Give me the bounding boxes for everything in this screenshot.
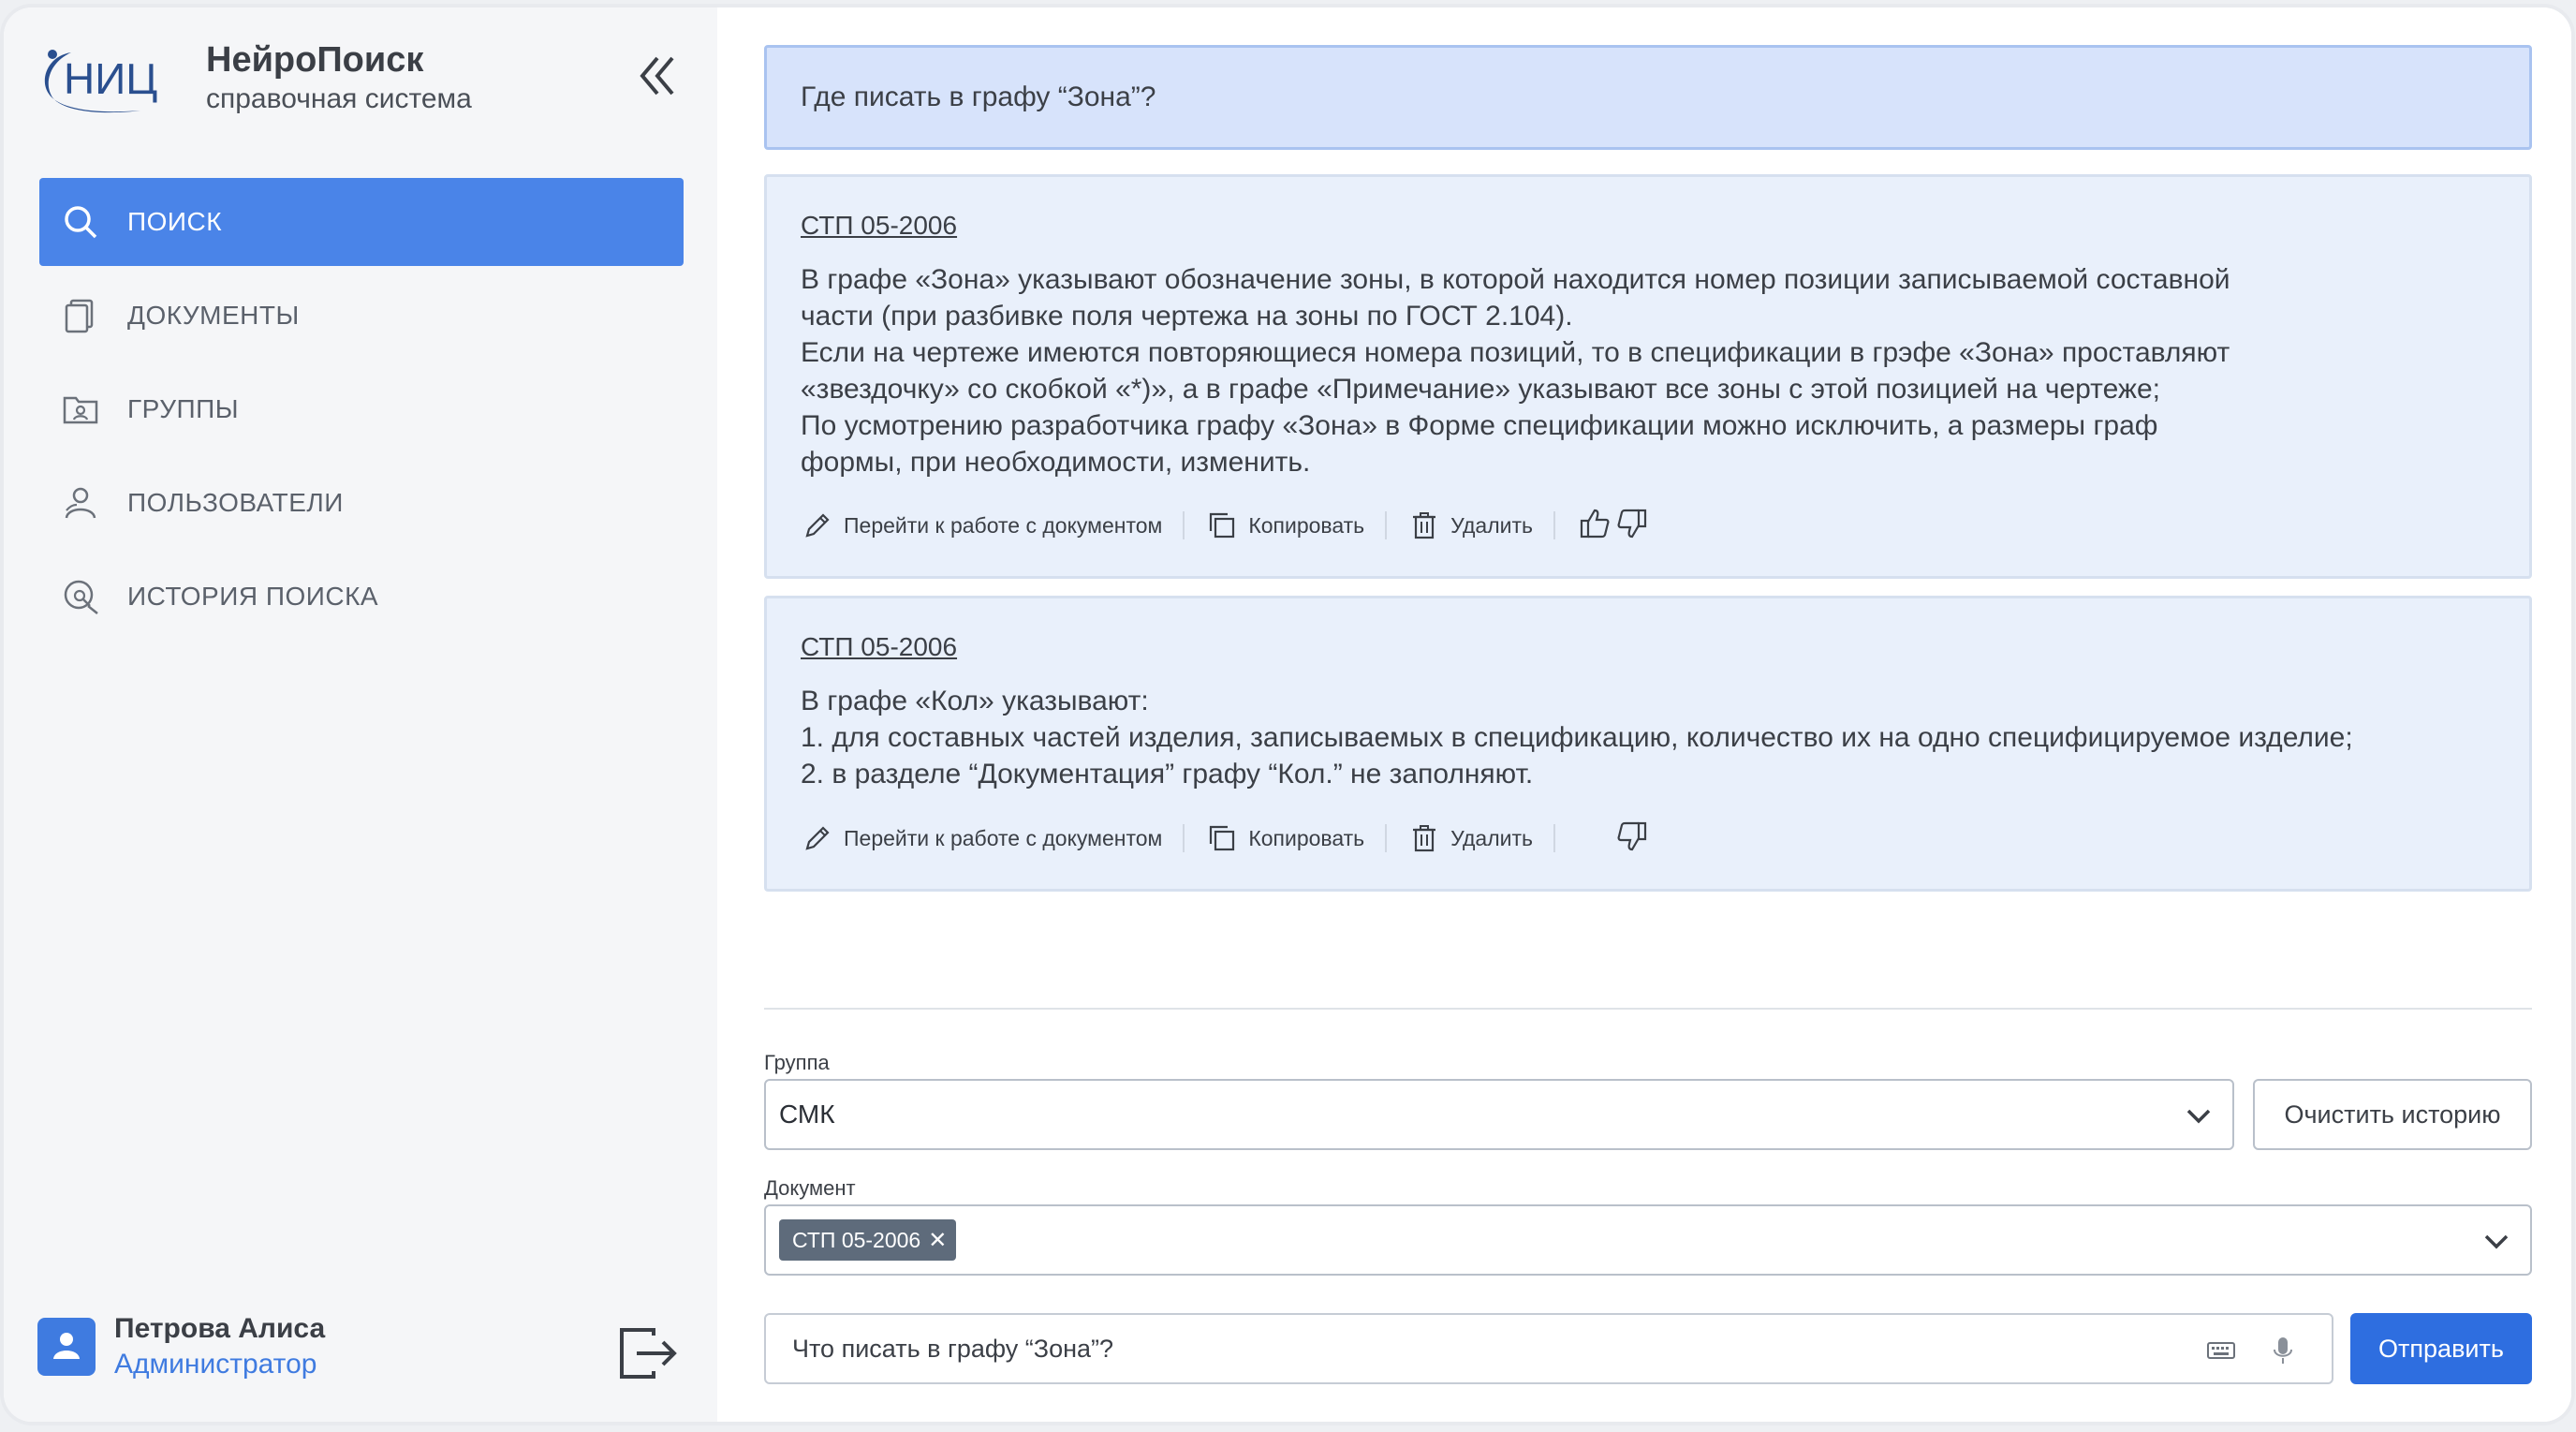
copy-label: Копировать — [1248, 512, 1365, 538]
user-name: Петрова Алиса — [114, 1313, 326, 1344]
like-button[interactable] — [1576, 507, 1613, 544]
avatar — [37, 1318, 96, 1376]
send-label: Отправить — [2378, 1334, 2504, 1363]
answer-text-line: формы, при необходимости, изменить. — [801, 447, 1311, 478]
query-text: Где писать в графу “Зона”? — [801, 81, 1156, 112]
send-button[interactable]: Отправить — [2350, 1313, 2532, 1384]
chevron-down-icon — [2180, 1098, 2217, 1135]
divider — [1183, 511, 1185, 539]
answer-card: СТП 05-2006 В графе «Зона» указывают обо… — [764, 174, 2532, 579]
sidebar-item-label: ГРУППЫ — [127, 394, 240, 423]
document-label: Документ — [764, 1176, 856, 1200]
microphone-icon[interactable] — [2264, 1332, 2302, 1369]
search-history-icon — [60, 576, 101, 617]
divider — [1553, 824, 1555, 852]
copy-button[interactable]: Копировать — [1205, 509, 1364, 542]
dislike-button[interactable] — [1613, 507, 1651, 544]
answer-text-line: части (при разбивке поля чертежа на зоны… — [801, 301, 1573, 332]
app-window: НИЦ НейроПоиск справочная система ПОИСК … — [4, 7, 2571, 1422]
copy-icon — [1205, 821, 1239, 855]
open-document-label: Перейти к работе с документом — [844, 825, 1163, 850]
answer-actions: Перейти к работе с документом Копировать… — [801, 507, 1651, 544]
thumbs-up-icon — [1579, 508, 1611, 544]
delete-label: Удалить — [1450, 825, 1533, 850]
brand: НИЦ НейроПоиск справочная система — [37, 36, 472, 120]
logo: НИЦ — [37, 36, 178, 120]
answer-text-line: 1. для составных частей изделия, записыв… — [801, 722, 2353, 753]
user-profile: Петрова Алиса Администратор — [37, 1311, 325, 1382]
search-icon — [60, 201, 101, 243]
delete-button[interactable]: Удалить — [1407, 509, 1533, 542]
groups-icon — [60, 389, 101, 430]
answer-actions: Перейти к работе с документом Копировать… — [801, 819, 1651, 857]
sidebar-item-label: ПОЛЬЗОВАТЕЛИ — [127, 488, 344, 517]
answer-text-line: В графе «Кол» указывают: — [801, 686, 1149, 716]
clear-history-label: Очистить историю — [2284, 1100, 2501, 1129]
copy-label: Копировать — [1248, 825, 1365, 850]
documents-icon — [60, 295, 101, 336]
pencil-icon — [801, 509, 834, 542]
keyboard-icon[interactable] — [2202, 1332, 2240, 1369]
answer-text-line: «звездочку» со скобкой «*)», а в графе «… — [801, 374, 2161, 405]
thumbs-down-icon — [1616, 820, 1648, 857]
open-document-button[interactable]: Перейти к работе с документом — [801, 509, 1162, 542]
divider — [1385, 511, 1388, 539]
message-input-value: Что писать в графу “Зона”? — [792, 1334, 1114, 1363]
users-icon — [60, 482, 101, 524]
thumbs-down-icon — [1616, 508, 1648, 544]
delete-label: Удалить — [1450, 512, 1533, 538]
divider — [1183, 824, 1185, 852]
collapse-sidebar-button[interactable] — [629, 45, 685, 111]
brand-subtitle: справочная система — [206, 83, 472, 114]
sidebar-item-label: ИСТОРИЯ ПОИСКА — [127, 582, 379, 611]
open-document-button[interactable]: Перейти к работе с документом — [801, 821, 1162, 855]
sidebar-item-documents[interactable]: ДОКУМЕНТЫ — [39, 272, 684, 360]
sidebar-item-search-history[interactable]: ИСТОРИЯ ПОИСКА — [39, 553, 684, 641]
answer-source-link[interactable]: СТП 05-2006 — [801, 211, 957, 241]
sidebar-item-search[interactable]: ПОИСК — [39, 178, 684, 266]
answer-text-line: По усмотрению разработчика графу «Зона» … — [801, 410, 2158, 441]
double-chevron-left-icon — [637, 52, 678, 104]
group-select[interactable]: СМК — [764, 1079, 2234, 1150]
group-label: Группа — [764, 1051, 830, 1074]
close-icon[interactable]: ✕ — [928, 1227, 947, 1254]
clear-history-button[interactable]: Очистить историю — [2253, 1079, 2532, 1150]
document-chip-label: СТП 05-2006 — [792, 1227, 921, 1252]
answer-text-line: В графе «Зона» указывают обозначение зон… — [801, 264, 2230, 295]
user-role[interactable]: Администратор — [114, 1347, 325, 1382]
group-select-value: СМК — [779, 1100, 835, 1129]
trash-icon — [1407, 821, 1441, 855]
logout-icon — [616, 1328, 678, 1388]
answer-text-line: 2. в разделе “Документация” графу “Кол.”… — [801, 759, 1534, 790]
dislike-button[interactable] — [1613, 819, 1651, 857]
sidebar: НИЦ НейроПоиск справочная система ПОИСК … — [4, 7, 717, 1422]
sidebar-nav: ПОИСК ДОКУМЕНТЫ ГРУППЫ ПОЛЬЗОВАТЕЛИ ИСТО… — [39, 178, 684, 646]
user-icon — [51, 1329, 82, 1366]
query-bubble: Где писать в графу “Зона”? — [764, 45, 2532, 150]
open-document-label: Перейти к работе с документом — [844, 512, 1163, 538]
sidebar-item-label: ДОКУМЕНТЫ — [127, 301, 300, 330]
chevron-down-icon — [2478, 1223, 2515, 1261]
pencil-icon — [801, 821, 834, 855]
sidebar-item-users[interactable]: ПОЛЬЗОВАТЕЛИ — [39, 459, 684, 547]
sidebar-item-label: ПОИСК — [127, 207, 223, 236]
message-input[interactable]: Что писать в графу “Зона”? — [764, 1313, 2333, 1384]
copy-icon — [1205, 509, 1239, 542]
delete-button[interactable]: Удалить — [1407, 821, 1533, 855]
document-select[interactable]: СТП 05-2006 ✕ — [764, 1204, 2532, 1276]
divider — [1553, 511, 1555, 539]
trash-icon — [1407, 509, 1441, 542]
logo-text: НИЦ — [64, 54, 157, 103]
section-divider — [764, 1008, 2532, 1010]
answer-text-line: Если на чертеже имеются повторяющиеся но… — [801, 337, 2230, 368]
main-content: Где писать в графу “Зона”? СТП 05-2006 В… — [717, 7, 2571, 1422]
logout-button[interactable] — [616, 1322, 682, 1388]
sidebar-item-groups[interactable]: ГРУППЫ — [39, 365, 684, 453]
answer-source-link[interactable]: СТП 05-2006 — [801, 632, 957, 662]
document-chip: СТП 05-2006 ✕ — [779, 1219, 957, 1261]
copy-button[interactable]: Копировать — [1205, 821, 1364, 855]
divider — [1385, 824, 1388, 852]
brand-title: НейроПоиск — [206, 40, 424, 80]
answer-card: СТП 05-2006 В графе «Кол» указывают: 1. … — [764, 596, 2532, 892]
